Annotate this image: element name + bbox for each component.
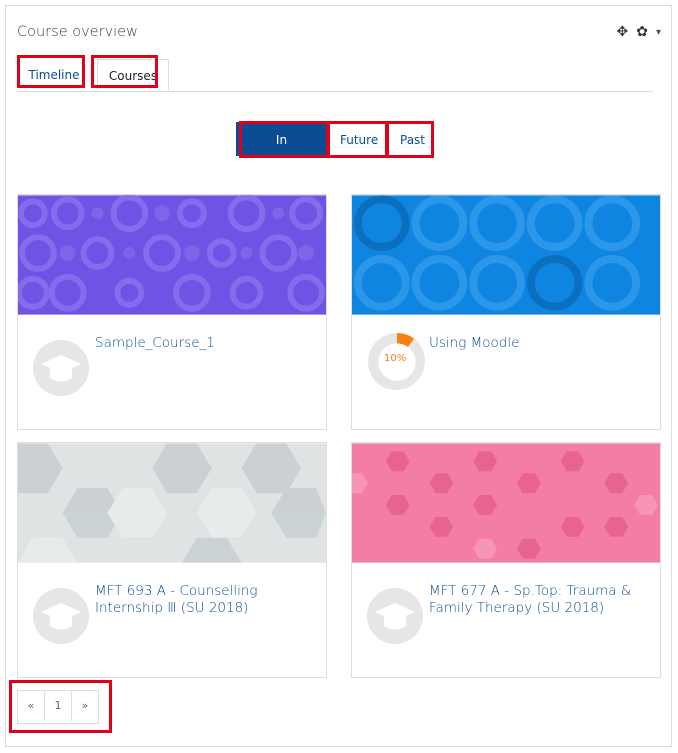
pagination: « 1 »	[17, 690, 99, 724]
progress-label: 10%	[384, 353, 407, 364]
tab-timeline[interactable]: Timeline	[17, 59, 91, 91]
pagination-next[interactable]: »	[72, 691, 98, 721]
pagination-prev[interactable]: «	[18, 691, 45, 721]
course-name-line[interactable]: Internship Ⅲ (SU 2018)	[95, 600, 258, 617]
course-card[interactable]: MFT 693 A - Counselling Internship Ⅲ (SU…	[17, 442, 327, 678]
course-name-link[interactable]: Using Moodle	[429, 335, 519, 352]
course-card[interactable]: MFT 677 A - Sp.Top: Trauma & Family Ther…	[351, 442, 661, 678]
course-card[interactable]: 10% Using Moodle	[351, 194, 661, 430]
caret-down-icon[interactable]: ▾	[656, 27, 661, 38]
filter-past-button[interactable]: Past	[387, 122, 434, 156]
gear-icon[interactable]: ✿	[636, 24, 648, 40]
course-graduation-cap-icon	[33, 340, 89, 396]
course-image-gray[interactable]	[18, 443, 326, 563]
course-filter-group: In progress Future Past	[236, 122, 434, 181]
pagination-page-1[interactable]: 1	[45, 691, 72, 721]
course-image-blue[interactable]	[352, 195, 660, 315]
filter-in-progress-button[interactable]: In progress	[236, 122, 327, 181]
course-graduation-cap-icon	[33, 588, 89, 644]
course-name-line[interactable]: MFT 677 A - Sp.Top: Trauma &	[429, 583, 631, 600]
course-graduation-cap-icon	[367, 588, 423, 644]
tab-courses[interactable]: Courses	[97, 59, 169, 91]
course-image-pink[interactable]	[352, 443, 660, 563]
course-name-line[interactable]: Family Therapy (SU 2018)	[429, 600, 631, 617]
tab-bar: Timeline Courses	[17, 59, 653, 92]
move-icon[interactable]: ✥	[617, 24, 629, 40]
block-controls: ✥ ✿ ▾	[617, 24, 662, 40]
course-name-link[interactable]: MFT 693 A - Counselling Internship Ⅲ (SU…	[95, 583, 258, 617]
course-card[interactable]: Sample_Course_1	[17, 194, 327, 430]
filter-future-button[interactable]: Future	[327, 122, 387, 156]
course-name-link[interactable]: Sample_Course_1	[95, 335, 215, 352]
block-title: Course overview	[17, 24, 138, 40]
course-name-link[interactable]: MFT 677 A - Sp.Top: Trauma & Family Ther…	[429, 583, 631, 617]
course-image-purple[interactable]	[18, 195, 326, 315]
course-name-line[interactable]: MFT 693 A - Counselling	[95, 583, 258, 600]
